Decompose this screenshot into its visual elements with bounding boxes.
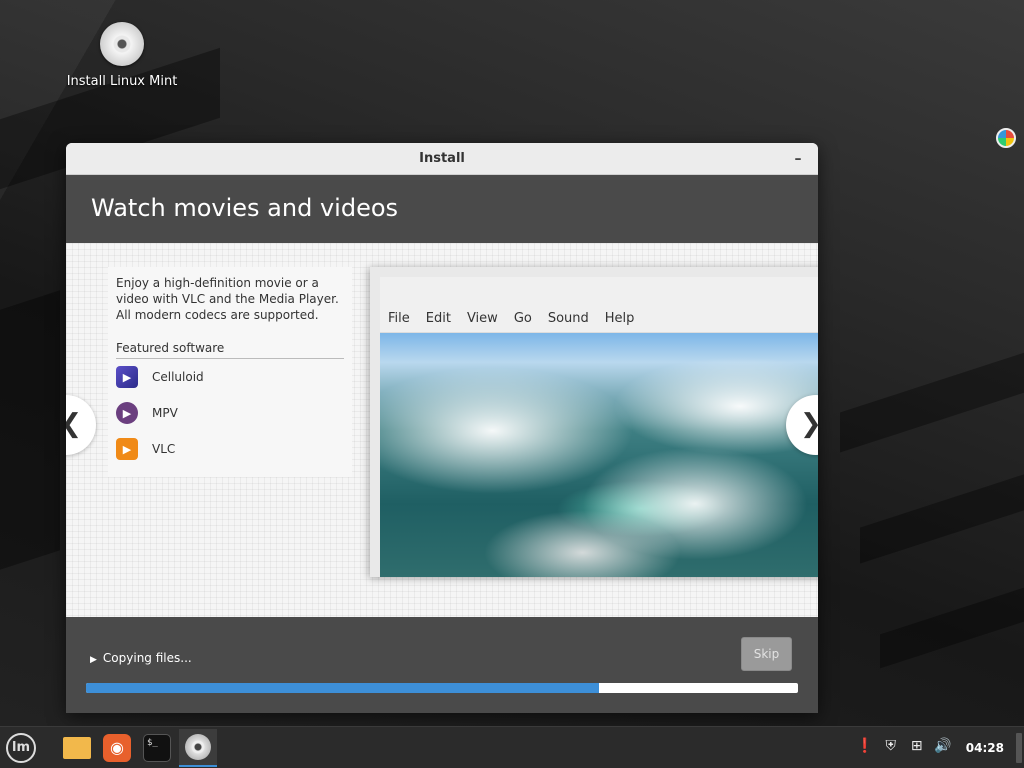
app-name: MPV bbox=[152, 406, 178, 420]
expander-triangle-icon: ▶ bbox=[90, 655, 97, 665]
slide-heading: Watch movies and videos bbox=[66, 175, 818, 243]
volume-icon[interactable]: 🔊 bbox=[932, 738, 954, 758]
install-footer: ▶ Copying files... Skip bbox=[66, 617, 818, 713]
skip-button[interactable]: Skip bbox=[741, 637, 792, 671]
status-text: Copying files... bbox=[102, 651, 192, 665]
preview-menu-sound: Sound bbox=[547, 311, 589, 326]
desktop-icon-label: Install Linux Mint bbox=[66, 74, 178, 89]
taskbar-install-window[interactable] bbox=[179, 729, 217, 767]
taskbar: lm ◉ $_ ❗ ⛨ ⊞ 🔊 04:28 bbox=[0, 726, 1024, 768]
slideshow: Enjoy a high-definition movie or a video… bbox=[66, 243, 818, 617]
app-row-mpv: ▶ MPV bbox=[116, 395, 344, 431]
terminal-launcher[interactable]: $_ bbox=[140, 731, 174, 765]
minimize-button[interactable]: – bbox=[788, 143, 808, 175]
install-window: Install – Watch movies and videos Enjoy … bbox=[66, 143, 818, 713]
previous-slide-button[interactable]: ❮ bbox=[66, 395, 96, 455]
slide-text-card: Enjoy a high-definition movie or a video… bbox=[108, 267, 352, 477]
preview-menu-go: Go bbox=[513, 311, 532, 326]
window-titlebar[interactable]: Install – bbox=[66, 143, 818, 175]
desktop-icon-install-linux-mint[interactable]: Install Linux Mint bbox=[64, 22, 180, 89]
celluloid-icon: ▶ bbox=[116, 366, 138, 388]
menu-button[interactable]: lm bbox=[6, 733, 36, 763]
status-expander[interactable]: ▶ Copying files... bbox=[90, 651, 192, 665]
vlc-icon: ▶ bbox=[116, 438, 138, 460]
video-frame-image bbox=[380, 333, 818, 577]
network-icon[interactable]: ⊞ bbox=[906, 738, 928, 758]
notification-icon[interactable]: ❗ bbox=[854, 738, 876, 758]
app-row-vlc: ▶ VLC bbox=[116, 431, 344, 467]
app-row-celluloid: ▶ Celluloid bbox=[116, 359, 344, 395]
preview-menubar: File Edit View Go Sound Help bbox=[380, 277, 818, 333]
folder-icon bbox=[63, 737, 91, 759]
preview-menu-view: View bbox=[466, 311, 498, 326]
install-progress-bar bbox=[86, 683, 798, 693]
system-tray: ❗ ⛨ ⊞ 🔊 04:28 bbox=[854, 727, 1024, 768]
video-player-preview: File Edit View Go Sound Help bbox=[370, 267, 818, 577]
preview-menu-help: Help bbox=[604, 311, 635, 326]
firefox-icon: ◉ bbox=[103, 734, 131, 762]
preview-menu-file: File bbox=[388, 311, 410, 326]
preview-menu-edit: Edit bbox=[425, 311, 451, 326]
terminal-icon: $_ bbox=[143, 734, 171, 762]
window-title: Install bbox=[419, 151, 465, 166]
app-name: VLC bbox=[152, 442, 176, 456]
app-name: Celluloid bbox=[152, 370, 204, 384]
featured-software-label: Featured software bbox=[116, 341, 344, 359]
clock[interactable]: 04:28 bbox=[966, 741, 1004, 755]
slide-description: Enjoy a high-definition movie or a video… bbox=[116, 276, 339, 322]
disc-icon bbox=[185, 734, 211, 760]
mpv-icon: ▶ bbox=[116, 402, 138, 424]
firefox-launcher[interactable]: ◉ bbox=[100, 731, 134, 765]
files-launcher[interactable] bbox=[60, 731, 94, 765]
shield-icon[interactable]: ⛨ bbox=[880, 738, 902, 758]
progress-fill bbox=[86, 683, 599, 693]
show-desktop-button[interactable] bbox=[1016, 733, 1022, 763]
disc-icon bbox=[100, 22, 144, 66]
color-wheel-icon[interactable] bbox=[996, 128, 1016, 148]
